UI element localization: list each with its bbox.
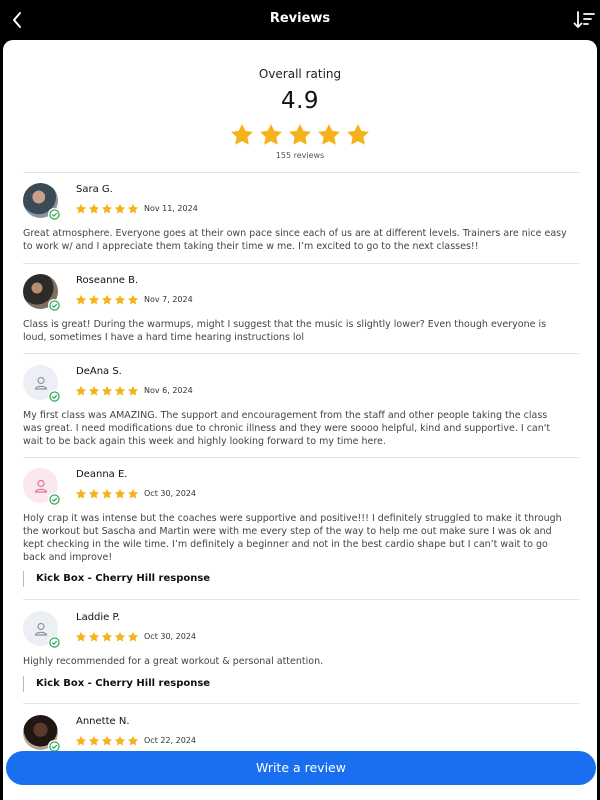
overall-stars xyxy=(3,122,597,148)
reviewer-name: Deanna E. xyxy=(76,469,128,480)
star-icon xyxy=(114,385,126,396)
business-response-link[interactable]: Kick Box - Cherry Hill response xyxy=(23,571,423,587)
star-icon xyxy=(75,631,87,642)
reviews-sheet[interactable]: Overall rating 4.9 155 reviews Sara G. N… xyxy=(3,40,597,800)
review-stars xyxy=(75,631,139,643)
star-icon xyxy=(88,294,100,305)
avatar xyxy=(23,611,60,648)
divider xyxy=(23,457,579,458)
star-icon xyxy=(101,203,113,214)
top-bar: Reviews xyxy=(0,0,600,40)
star-icon xyxy=(75,294,87,305)
star-icon xyxy=(114,294,126,305)
review-stars xyxy=(75,294,139,306)
overall-score: 4.9 xyxy=(280,88,320,114)
avatar xyxy=(23,715,60,752)
star-icon xyxy=(88,735,100,746)
review-date: Nov 11, 2024 xyxy=(144,204,198,213)
star-icon xyxy=(127,203,139,214)
overall-rating-label: Overall rating xyxy=(258,67,342,81)
divider xyxy=(23,599,579,600)
review-stars xyxy=(75,488,139,500)
star-icon xyxy=(75,735,87,746)
star-icon xyxy=(127,294,139,305)
review-stars xyxy=(75,735,139,747)
user-placeholder-icon xyxy=(34,376,47,390)
verified-check-icon xyxy=(48,493,60,505)
star-icon xyxy=(289,123,311,145)
star-icon xyxy=(75,488,87,499)
star-icon xyxy=(101,294,113,305)
star-icon xyxy=(101,385,113,396)
verified-check-icon xyxy=(48,740,60,752)
star-icon xyxy=(127,385,139,396)
review-date: Oct 22, 2024 xyxy=(144,736,196,745)
star-icon xyxy=(231,123,253,145)
divider xyxy=(23,172,579,173)
review-stars xyxy=(75,203,139,215)
star-icon xyxy=(114,631,126,642)
review-stars xyxy=(75,385,139,397)
reviewer-name: DeAna S. xyxy=(76,366,122,377)
star-icon xyxy=(75,385,87,396)
star-icon xyxy=(114,488,126,499)
avatar xyxy=(23,468,60,505)
review-text: Great atmosphere. Everyone goes at their… xyxy=(23,228,567,252)
star-icon xyxy=(347,123,369,145)
verified-check-icon xyxy=(48,208,60,220)
avatar xyxy=(23,365,60,402)
divider xyxy=(23,703,579,704)
sort-descending-icon xyxy=(573,11,595,28)
star-icon xyxy=(101,488,113,499)
sort-button[interactable] xyxy=(572,8,596,32)
star-icon xyxy=(127,488,139,499)
review-date: Oct 30, 2024 xyxy=(144,489,196,498)
review-count: 155 reviews xyxy=(275,151,325,160)
review-date: Oct 30, 2024 xyxy=(144,632,196,641)
user-placeholder-icon xyxy=(34,622,47,636)
review-date: Nov 6, 2024 xyxy=(144,386,193,395)
review-text: Holy crap it was intense but the coaches… xyxy=(23,513,562,563)
verified-check-icon xyxy=(48,636,60,648)
overall-rating: Overall rating 4.9 155 reviews xyxy=(3,40,597,170)
star-icon xyxy=(101,735,113,746)
business-response-link[interactable]: Kick Box - Cherry Hill response xyxy=(23,676,423,692)
reviewer-name: Sara G. xyxy=(76,184,113,195)
star-icon xyxy=(88,203,100,214)
reviewer-name: Laddie P. xyxy=(76,612,121,623)
star-icon xyxy=(127,631,139,642)
review-text: Highly recommended for a great workout &… xyxy=(23,656,324,667)
star-icon xyxy=(88,385,100,396)
star-icon xyxy=(260,123,282,145)
verified-check-icon xyxy=(48,299,60,311)
verified-check-icon xyxy=(48,390,60,402)
star-icon xyxy=(127,735,139,746)
review-text: My first class was AMAZING. The support … xyxy=(23,410,551,447)
star-icon xyxy=(318,123,340,145)
star-icon xyxy=(75,203,87,214)
star-icon xyxy=(114,735,126,746)
user-placeholder-icon xyxy=(34,479,47,493)
avatar xyxy=(23,274,60,311)
write-review-button[interactable]: Write a review xyxy=(6,751,596,785)
star-icon xyxy=(114,203,126,214)
reviewer-name: Annette N. xyxy=(76,716,130,727)
page-title: Reviews xyxy=(269,11,331,26)
avatar xyxy=(23,183,60,220)
review-date: Nov 7, 2024 xyxy=(144,295,193,304)
star-icon xyxy=(101,631,113,642)
star-icon xyxy=(88,631,100,642)
review-text: Class is great! During the warmups, migh… xyxy=(23,319,547,343)
star-icon xyxy=(88,488,100,499)
divider xyxy=(23,263,579,264)
reviewer-name: Roseanne B. xyxy=(76,275,139,286)
divider xyxy=(23,353,579,354)
